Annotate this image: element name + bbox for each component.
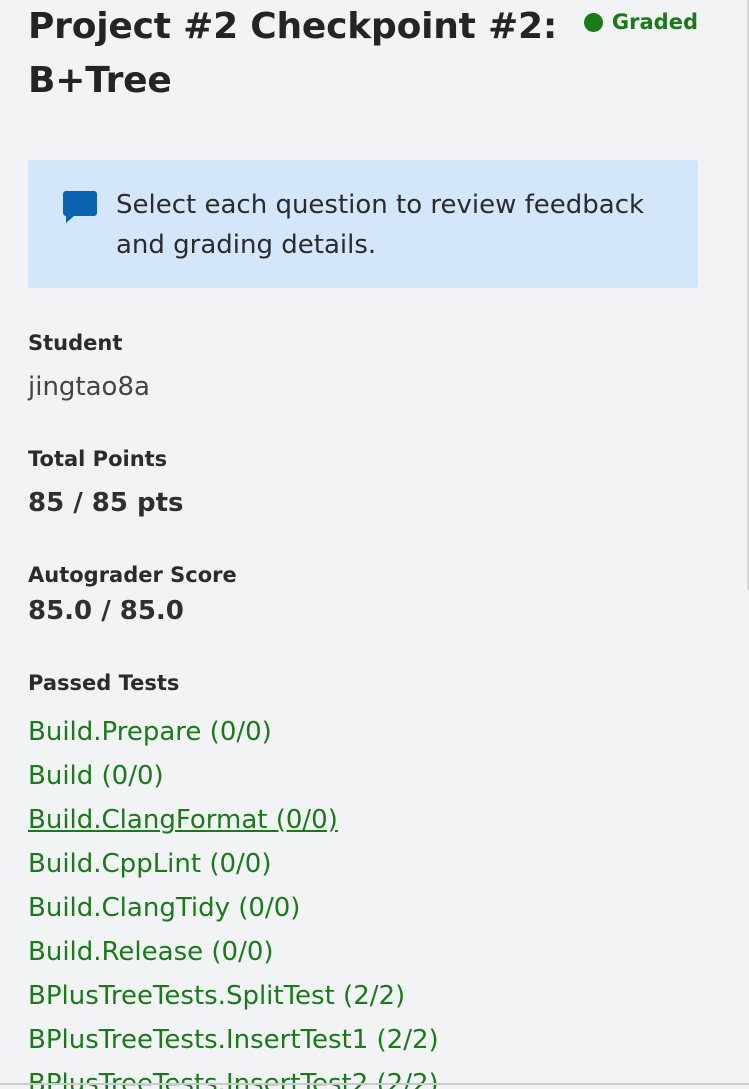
test-link[interactable]: Build.Prepare (0/0) bbox=[28, 710, 439, 754]
passed-tests-list: Build.Prepare (0/0) Build (0/0) Build.Cl… bbox=[28, 710, 439, 1089]
total-points-label: Total Points bbox=[28, 447, 168, 471]
viewport-bottom-edge bbox=[0, 1083, 749, 1085]
test-link[interactable]: BPlusTreeTests.InsertTest1 (2/2) bbox=[28, 1018, 439, 1062]
page-title: Project #2 Checkpoint #2: B+Tree bbox=[28, 6, 558, 101]
comment-icon bbox=[63, 191, 97, 223]
status-label: Graded bbox=[611, 10, 698, 34]
status-dot-icon bbox=[583, 12, 603, 32]
student-label: Student bbox=[28, 331, 123, 355]
test-link[interactable]: Build.ClangTidy (0/0) bbox=[28, 886, 439, 930]
page-header: Project #2 Checkpoint #2: B+Tree Graded bbox=[28, 0, 698, 108]
info-banner: Select each question to review feedback … bbox=[28, 160, 698, 288]
autograder-score-value: 85.0 / 85.0 bbox=[28, 596, 184, 626]
total-points-value: 85 / 85 pts bbox=[28, 488, 184, 518]
test-link[interactable]: Build.CppLint (0/0) bbox=[28, 842, 439, 886]
student-name: jingtao8a bbox=[28, 372, 150, 402]
test-link[interactable]: BPlusTreeTests.SplitTest (2/2) bbox=[28, 974, 439, 1018]
banner-text: Select each question to review feedback … bbox=[116, 190, 645, 260]
test-link[interactable]: Build.ClangFormat (0/0) bbox=[28, 798, 439, 842]
test-link[interactable]: Build (0/0) bbox=[28, 754, 439, 798]
passed-tests-label: Passed Tests bbox=[28, 671, 180, 695]
status-badge: Graded bbox=[583, 10, 698, 34]
test-link[interactable]: Build.Release (0/0) bbox=[28, 930, 439, 974]
submission-page: Project #2 Checkpoint #2: B+Tree Graded … bbox=[0, 0, 749, 1089]
autograder-score-label: Autograder Score bbox=[28, 563, 237, 587]
